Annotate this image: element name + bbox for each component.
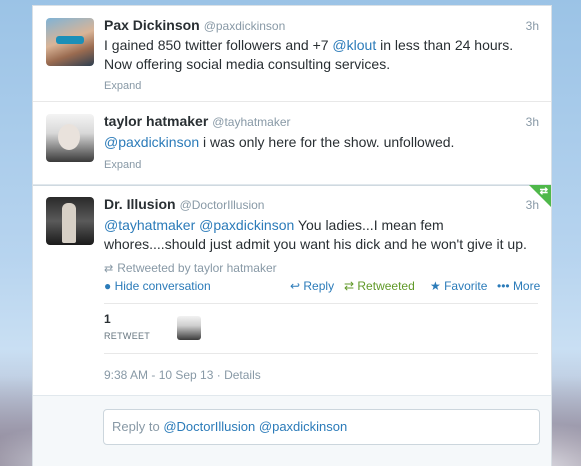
mention-link[interactable]: @paxdickinson: [104, 134, 199, 150]
reply-button[interactable]: ↩ Reply: [290, 279, 334, 293]
retweet-button[interactable]: ⇄ Retweeted: [344, 279, 415, 293]
speech-bubble-icon: ●: [104, 279, 115, 293]
tweet-expanded[interactable]: ⇄ Dr. Illusion @DoctorIllusion 3h @tayhat…: [33, 185, 551, 466]
tweet-author-name[interactable]: taylor hatmaker @tayhatmaker: [104, 113, 291, 129]
divider: [33, 185, 551, 186]
author-handle[interactable]: @DoctorIllusion: [180, 198, 265, 212]
timeline: Pax Dickinson @paxdickinson 3h I gained 8…: [32, 5, 552, 466]
author-name[interactable]: Pax Dickinson: [104, 17, 200, 33]
author-handle[interactable]: @tayhatmaker: [212, 115, 290, 129]
tweet-author-name[interactable]: Pax Dickinson @paxdickinson: [104, 17, 285, 33]
retweet-icon: ⇄: [539, 186, 548, 197]
hide-conversation-label[interactable]: Hide conversation: [115, 279, 211, 293]
tweet-text: @paxdickinson i was only here for the sh…: [104, 133, 544, 152]
reply-area: Reply to @DoctorIllusion @paxdickinson: [33, 395, 551, 466]
tweet-author-name[interactable]: Dr. Illusion @DoctorIllusion: [104, 196, 264, 212]
reply-input[interactable]: Reply to @DoctorIllusion @paxdickinson: [103, 409, 540, 445]
tweet-text-part: I gained 850 twitter followers and +7: [104, 37, 333, 53]
author-name[interactable]: taylor hatmaker: [104, 113, 208, 129]
tweet-item[interactable]: taylor hatmaker @tayhatmaker 3h @paxdicki…: [33, 102, 551, 185]
retweet-icon: ⇄: [104, 263, 114, 275]
retweet-count[interactable]: 1: [104, 312, 111, 326]
tweet-timestamp[interactable]: 9:38 AM - 10 Sep 13 · Details: [104, 368, 261, 382]
hide-conversation-button[interactable]: ● Hide conversation: [104, 279, 211, 293]
tweet-time[interactable]: 3h: [526, 115, 539, 129]
face-graphic: [58, 124, 80, 150]
retweeted-by-label[interactable]: Retweeted by taylor hatmaker: [117, 261, 276, 275]
reply-mention: @DoctorIllusion: [163, 419, 256, 434]
reply-icon: ↩: [290, 279, 304, 293]
mention-link[interactable]: @tayhatmaker: [104, 217, 195, 233]
retweet-icon: ⇄: [344, 279, 358, 293]
reply-label[interactable]: Reply: [303, 279, 334, 293]
retweeted-by: ⇄ Retweeted by taylor hatmaker: [104, 261, 277, 275]
avatar[interactable]: [46, 18, 94, 66]
divider: [104, 353, 538, 354]
favorite-label[interactable]: Favorite: [444, 279, 487, 293]
more-dots-icon: •••: [497, 279, 513, 293]
reply-mention: @paxdickinson: [258, 419, 348, 434]
tweet-time[interactable]: 3h: [526, 198, 539, 212]
reply-prefix: Reply to: [112, 419, 164, 434]
retweeter-avatar[interactable]: [177, 316, 201, 340]
expand-link[interactable]: Expand: [104, 80, 141, 92]
author-handle[interactable]: @paxdickinson: [204, 19, 286, 33]
mention-link[interactable]: @paxdickinson: [199, 217, 294, 233]
mention-link[interactable]: @klout: [332, 37, 376, 53]
more-label[interactable]: More: [513, 279, 540, 293]
sunglasses-graphic: [56, 36, 84, 44]
tweet-text-part: i was only here for the show. unfollowed…: [199, 134, 455, 150]
more-button[interactable]: ••• More: [497, 279, 540, 293]
tweet-item[interactable]: Pax Dickinson @paxdickinson 3h I gained 8…: [33, 6, 551, 102]
figure-graphic: [62, 203, 76, 243]
divider: [104, 303, 538, 304]
retweet-label[interactable]: Retweeted: [357, 279, 414, 293]
author-name[interactable]: Dr. Illusion: [104, 196, 176, 212]
retweet-count-label: RETWEET: [104, 331, 151, 341]
tweet-text: @tayhatmaker @paxdickinson You ladies...…: [104, 216, 544, 254]
avatar[interactable]: [46, 197, 94, 245]
tweet-text: I gained 850 twitter followers and +7 @k…: [104, 36, 544, 74]
avatar[interactable]: [46, 114, 94, 162]
favorite-button[interactable]: ★ Favorite: [430, 279, 487, 293]
tweet-time[interactable]: 3h: [526, 19, 539, 33]
expand-link[interactable]: Expand: [104, 159, 141, 171]
star-icon: ★: [430, 279, 445, 293]
